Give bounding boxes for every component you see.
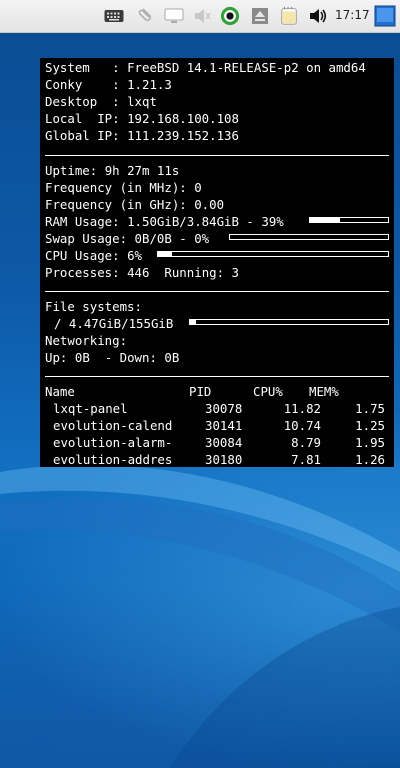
process-cpu: 7.81: [291, 452, 321, 467]
global-ip-label: Global IP:: [45, 128, 120, 143]
freq-mhz-value: 0: [194, 180, 202, 195]
local-ip-label: Local IP:: [45, 111, 120, 126]
process-mem: 1.95: [355, 435, 385, 450]
down-label: - Down:: [104, 350, 157, 365]
notes-icon[interactable]: [279, 6, 299, 26]
header-cpu: CPU%: [253, 384, 283, 399]
divider: [45, 155, 389, 156]
down-value: 0B: [164, 350, 180, 365]
desktop-row: Desktop : lxqt: [45, 94, 157, 109]
fs-label: File systems:: [45, 299, 142, 314]
system-label: System: [45, 60, 90, 75]
eject-icon[interactable]: [250, 6, 270, 26]
local-ip-value: 192.168.100.108: [127, 111, 239, 126]
global-ip-value: 111.239.152.136: [127, 128, 239, 143]
cpu-row: CPU Usage: 6%: [45, 247, 142, 264]
conky-row: Conky : 1.21.3: [45, 77, 172, 92]
process-pid: 30141: [205, 418, 243, 433]
header-name: Name: [45, 384, 75, 399]
desktop-value: lxqt: [127, 94, 157, 109]
process-mem: 1.26: [355, 452, 385, 467]
freq-ghz-row: Frequency (in GHz): 0.00: [45, 196, 224, 213]
display-icon[interactable]: [164, 6, 184, 26]
cpu-usage-bar-fill: [158, 252, 172, 256]
up-label: Up:: [45, 350, 68, 365]
process-cpu: 10.74: [283, 418, 321, 433]
header-mem: MEM%: [309, 384, 339, 399]
up-value: 0B: [74, 350, 90, 365]
divider: [45, 291, 389, 292]
uptime-row: Uptime: 9h 27m 11s: [45, 162, 179, 179]
freq-ghz-label: Frequency (in GHz):: [45, 197, 187, 212]
cpu-usage-bar: [157, 251, 389, 257]
cpu-label: CPU Usage:: [45, 248, 120, 263]
swap-value: 0B/0B - 0%: [134, 231, 210, 246]
global-ip-row: Global IP: 111.239.152.136: [45, 127, 239, 144]
process-name: evolution-addres: [53, 452, 173, 467]
uptime-label: Uptime:: [45, 163, 98, 178]
header-pid: PID: [189, 384, 212, 399]
fs-value: / 4.47GiB/155GiB: [54, 316, 174, 331]
conky-panel: System : FreeBSD 14.1-RELEASE-p2 on amd6…: [40, 58, 394, 467]
keyboard-icon[interactable]: [104, 6, 124, 26]
conky-value: 1.21.3: [127, 77, 172, 92]
net-row: Up: 0B - Down: 0B: [45, 349, 179, 366]
fs-usage-bar: [189, 319, 389, 325]
processes-label: Processes:: [45, 265, 120, 280]
speaker-muted-icon[interactable]: [192, 6, 212, 26]
system-value: FreeBSD 14.1-RELEASE-p2 on amd64: [127, 60, 366, 75]
cpu-value: 6%: [127, 248, 142, 263]
swap-row: Swap Usage: 0B/0B - 0%: [45, 230, 209, 247]
ram-row: RAM Usage: 1.50GiB/3.84GiB - 39%: [45, 213, 284, 230]
process-name: evolution-calend: [53, 418, 173, 433]
record-icon[interactable]: [220, 6, 240, 26]
ram-value: 1.50GiB/3.84GiB - 39%: [127, 214, 284, 229]
desktop-label: Desktop: [45, 94, 98, 109]
process-cpu: 11.82: [283, 401, 321, 416]
ram-label: RAM Usage:: [45, 214, 120, 229]
process-name: lxqt-panel: [53, 401, 128, 416]
show-desktop-icon[interactable]: [374, 5, 396, 27]
net-label: Networking:: [45, 333, 128, 348]
freq-mhz-row: Frequency (in MHz): 0: [45, 179, 202, 196]
fs-usage-bar-fill: [190, 320, 196, 324]
running-value: 3: [231, 265, 240, 280]
ram-usage-bar-fill: [310, 218, 341, 222]
processes-row: Processes: 446 Running: 3: [45, 264, 239, 281]
process-mem: 1.75: [355, 401, 385, 416]
conky-label: Conky: [45, 77, 83, 92]
process-name: evolution-alarm-: [53, 435, 173, 450]
local-ip-row: Local IP: 192.168.100.108: [45, 110, 239, 127]
uptime-value: 9h 27m 11s: [104, 163, 180, 178]
freq-ghz-value: 0.00: [194, 197, 225, 212]
freq-mhz-label: Frequency (in MHz):: [45, 180, 187, 195]
ram-usage-bar: [309, 217, 389, 223]
system-row: System : FreeBSD 14.1-RELEASE-p2 on amd6…: [45, 60, 366, 75]
running-label: Running:: [164, 265, 225, 280]
process-cpu: 8.79: [291, 435, 321, 450]
process-pid: 30084: [205, 435, 243, 450]
top-panel: 17:17: [0, 0, 400, 33]
clock[interactable]: 17:17: [335, 8, 370, 22]
divider: [45, 376, 389, 377]
process-pid: 30078: [205, 401, 243, 416]
process-pid: 30180: [205, 452, 243, 467]
swap-label: Swap Usage:: [45, 231, 128, 246]
clipboard-icon[interactable]: [136, 6, 156, 26]
volume-icon[interactable]: [308, 6, 328, 26]
swap-usage-bar: [229, 234, 389, 240]
process-mem: 1.25: [355, 418, 385, 433]
processes-value: 446: [127, 265, 150, 280]
